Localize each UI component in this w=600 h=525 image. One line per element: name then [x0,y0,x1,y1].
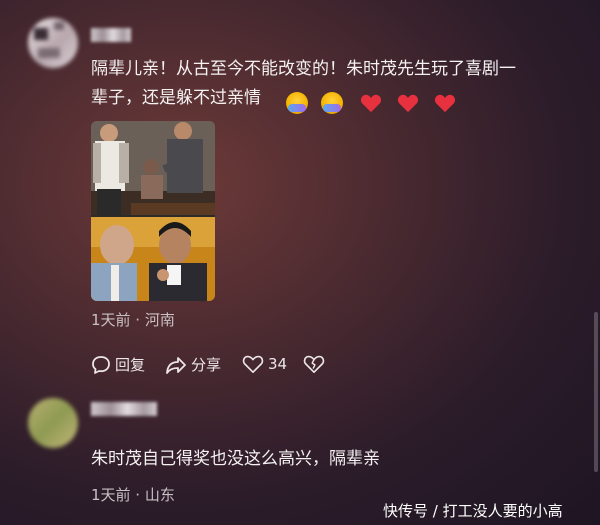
hug-emoji-icon [321,92,344,114]
photo-bottom-scene [91,217,215,301]
like-button[interactable]: 34 [242,354,287,374]
user-avatar[interactable] [28,18,78,68]
photo-top-scene [91,121,215,215]
comment-meta: 1天前 · 山东 [91,486,175,504]
red-heart-icon [435,94,456,113]
red-heart-icon [398,94,419,113]
user-avatar[interactable] [28,398,78,448]
hug-emoji-icon [286,92,308,114]
comment-meta: 1天前 · 河南 [91,311,175,329]
watermark: 快传号 / 打工没人要的小高 [383,502,563,520]
broken-heart-icon [303,355,325,373]
comment-text-line-2-text: 辈子，还是躲不过亲情 [91,88,261,108]
comment-photo[interactable] [91,121,215,301]
comment-text: 朱时茂自己得奖也没这么高兴，隔辈亲 [91,449,380,469]
share-label: 分享 [191,356,222,374]
share-button[interactable]: 分享 [165,354,221,375]
dislike-button[interactable] [303,354,329,374]
red-heart-icon [361,94,382,113]
scrollbar[interactable] [594,312,598,472]
emoji-row [286,92,466,116]
reply-bubble-icon [92,355,110,374]
username-mosaic[interactable] [91,402,157,416]
heart-outline-icon [242,355,264,373]
share-arrow-icon [166,356,186,374]
username-mosaic[interactable] [91,28,131,42]
comment-text-line-1: 隔辈儿亲！从古至今不能改变的！朱时茂先生玩了喜剧一 [91,59,516,79]
like-count: 34 [268,355,288,373]
reply-button[interactable]: 回复 [91,354,145,375]
reply-label: 回复 [115,356,146,374]
